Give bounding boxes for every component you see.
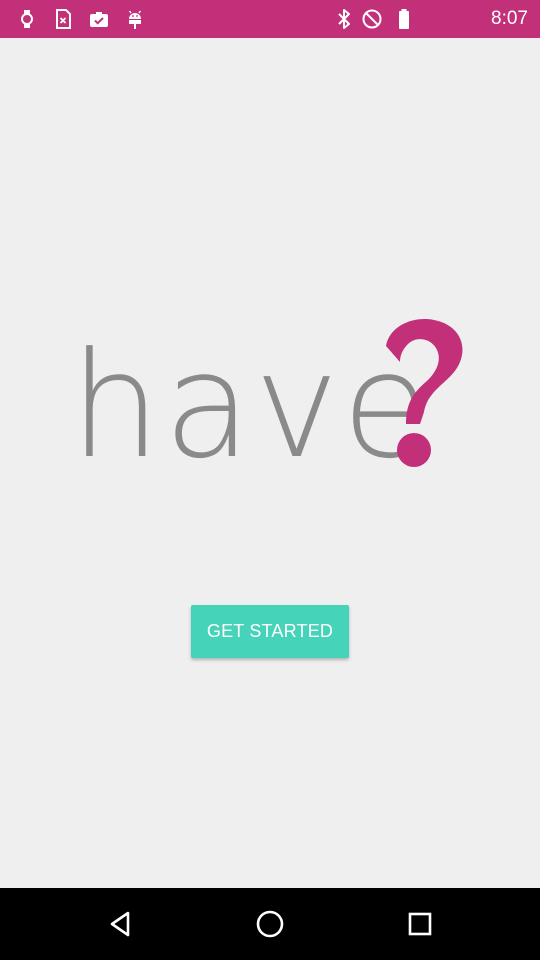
briefcase-check-icon bbox=[87, 7, 111, 31]
back-icon[interactable] bbox=[102, 906, 138, 942]
sim-error-icon bbox=[51, 7, 75, 31]
navigation-bar bbox=[0, 888, 540, 960]
do-not-disturb-icon bbox=[360, 7, 384, 31]
bluetooth-icon bbox=[332, 7, 356, 31]
logo-question-mark bbox=[386, 319, 463, 467]
main-content: have GET STARTED bbox=[0, 38, 540, 888]
battery-icon bbox=[392, 7, 416, 31]
status-bar: 8:07 bbox=[0, 0, 540, 38]
get-started-button[interactable]: GET STARTED bbox=[191, 605, 349, 658]
status-time: 8:07 bbox=[491, 8, 528, 29]
recents-icon[interactable] bbox=[402, 906, 438, 942]
home-icon[interactable] bbox=[252, 906, 288, 942]
watch-icon bbox=[15, 7, 39, 31]
app-logo: have bbox=[70, 308, 470, 491]
android-icon bbox=[123, 7, 147, 31]
